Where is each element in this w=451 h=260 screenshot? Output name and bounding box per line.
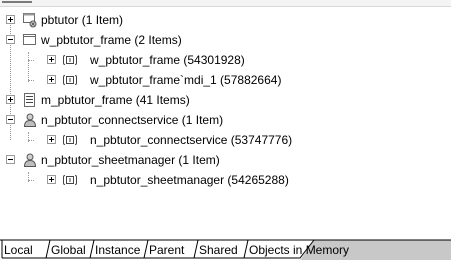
menu-icon [22, 92, 38, 108]
tree-node-w-pbtutor-frame-instance[interactable]: w_pbtutor_frame (54301928) [0, 50, 300, 70]
instance-icon [62, 72, 78, 88]
tab-local[interactable]: Local [4, 243, 33, 257]
tree-node-label: w_pbtutor_frame (54301928) [90, 53, 245, 67]
tree-node-pbtutor[interactable]: pbtutor (1 Item) [0, 10, 200, 30]
tree-node-label: n_pbtutor_connectservice (1 Item) [41, 113, 224, 127]
expand-icon[interactable] [47, 135, 56, 144]
splitter-grip[interactable] [2, 1, 32, 3]
tree-node-label: w_pbtutor_frame (2 Items) [41, 33, 182, 47]
tree-node-m-pbtutor-frame[interactable]: m_pbtutor_frame (41 Items) [0, 90, 240, 110]
tree-node-label: n_pbtutor_connectservice (53747776) [90, 133, 293, 147]
tree-node-n-pbtutor-connectservice[interactable]: n_pbtutor_connectservice (1 Item) [0, 110, 270, 130]
window-icon [22, 32, 38, 48]
tree-connector [28, 140, 34, 141]
instance-icon [62, 52, 78, 68]
user-object-icon [22, 112, 38, 128]
collapse-icon[interactable] [6, 155, 15, 164]
tree-node-n-pbtutor-sheetmanager-instance[interactable]: n_pbtutor_sheetmanager (54265288) [0, 170, 340, 190]
tab-strip: Local Global Instance Parent Shared Obje… [0, 236, 451, 260]
tree-node-n-pbtutor-connectservice-instance[interactable]: n_pbtutor_connectservice (53747776) [0, 130, 340, 150]
instance-icon [62, 172, 78, 188]
expand-icon[interactable] [6, 15, 15, 24]
tab-instance[interactable]: Instance [95, 243, 140, 257]
tree-node-label: m_pbtutor_frame (41 Items) [41, 93, 190, 107]
tab-parent[interactable]: Parent [149, 243, 184, 257]
application-icon [22, 12, 38, 28]
tree-node-n-pbtutor-sheetmanager[interactable]: n_pbtutor_sheetmanager (1 Item) [0, 150, 270, 170]
tree-node-w-pbtutor-frame-mdi-instance[interactable]: w_pbtutor_frame`mdi_1 (57882664) [0, 70, 340, 90]
tree-node-label: pbtutor (1 Item) [41, 13, 124, 27]
user-object-icon [22, 152, 38, 168]
expand-icon[interactable] [47, 55, 56, 64]
tree-connector [28, 80, 34, 81]
collapse-icon[interactable] [6, 115, 15, 124]
expand-icon[interactable] [47, 175, 56, 184]
tab-shared[interactable]: Shared [199, 243, 238, 257]
tree-connector [28, 180, 34, 181]
instance-icon [62, 132, 78, 148]
tab-global[interactable]: Global [51, 243, 86, 257]
panel-top-bar [0, 0, 451, 7]
collapse-icon[interactable] [6, 35, 15, 44]
objects-in-memory-tree: pbtutor (1 Item) w_pbtutor_frame (2 Item… [0, 10, 451, 232]
tab-objects-in-memory[interactable]: Objects in Memory [249, 243, 349, 257]
tree-node-label: n_pbtutor_sheetmanager (1 Item) [41, 153, 220, 167]
tree-node-label: n_pbtutor_sheetmanager (54265288) [90, 173, 289, 187]
expand-icon[interactable] [6, 95, 15, 104]
tree-node-label: w_pbtutor_frame`mdi_1 (57882664) [90, 73, 282, 87]
tree-node-w-pbtutor-frame[interactable]: w_pbtutor_frame (2 Items) [0, 30, 240, 50]
tree-connector [28, 60, 34, 61]
expand-icon[interactable] [47, 75, 56, 84]
